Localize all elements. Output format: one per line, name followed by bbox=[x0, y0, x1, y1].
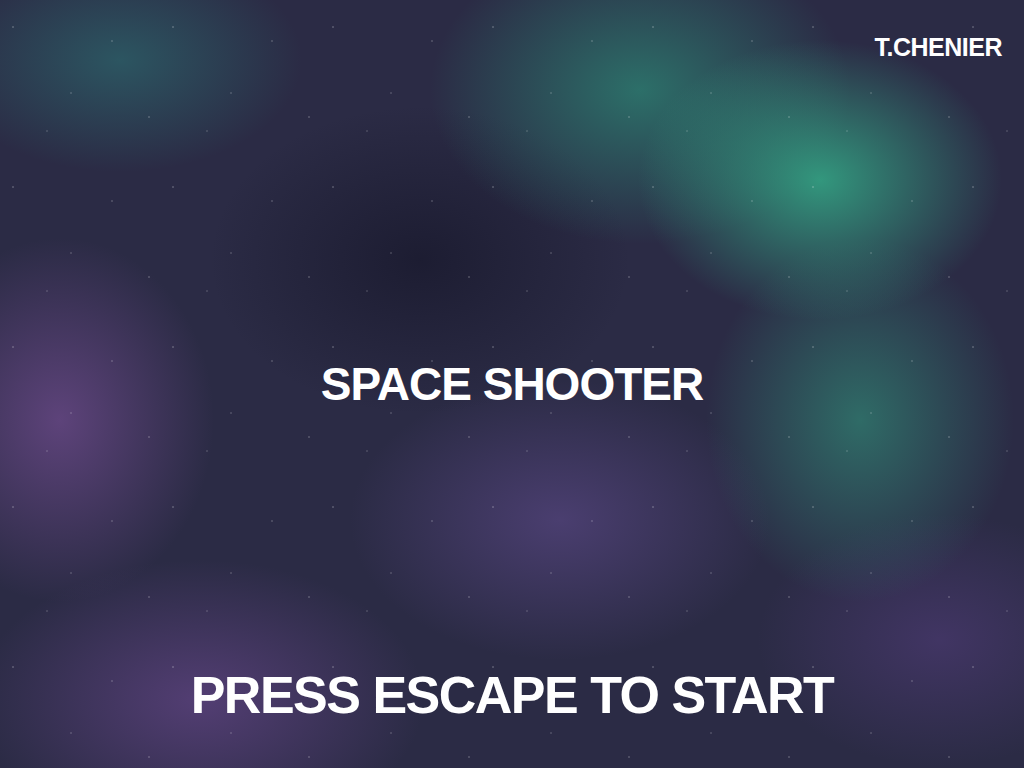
game-title: SPACE SHOOTER bbox=[321, 356, 703, 412]
title-screen: T.CHENIER SPACE SHOOTER PRESS ESCAPE TO ST… bbox=[0, 0, 1024, 768]
author-credit: T.CHENIER bbox=[875, 30, 1002, 64]
author-row: T.CHENIER bbox=[0, 0, 1024, 64]
start-prompt[interactable]: PRESS ESCAPE TO START bbox=[191, 664, 834, 726]
